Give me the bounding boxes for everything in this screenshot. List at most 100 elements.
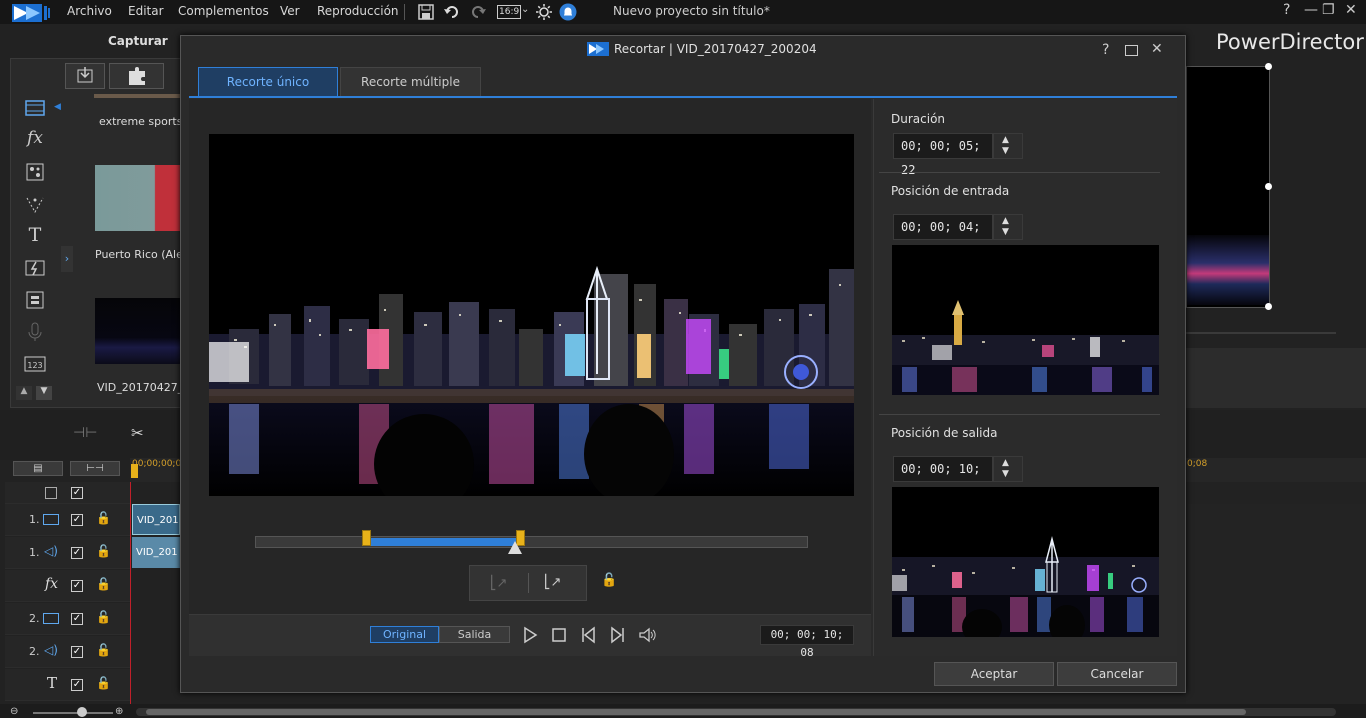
resize-handle[interactable] <box>1265 303 1272 310</box>
audio-clip[interactable]: VID_201 <box>132 537 180 568</box>
trim-track[interactable] <box>255 536 808 548</box>
playhead-marker[interactable] <box>131 464 138 478</box>
increment-icon[interactable]: ▲ <box>1002 216 1009 226</box>
microphone-icon[interactable] <box>22 320 48 344</box>
decrement-icon[interactable]: ▼ <box>1002 469 1009 479</box>
out-position-stepper[interactable]: ▲ ▼ <box>993 456 1023 482</box>
enable-all-checkbox[interactable]: ✓ <box>71 487 83 499</box>
expand-panel-button[interactable]: › <box>61 246 73 272</box>
set-in-position-icon[interactable]: ⎣↗ <box>490 576 507 591</box>
media-label: VID_20170427_2 <box>97 381 191 394</box>
scroll-up-button[interactable]: ▲ <box>16 386 32 400</box>
track-enable-checkbox[interactable]: ✓ <box>71 646 83 658</box>
chapter-room-icon[interactable] <box>22 288 48 312</box>
track-enable-checkbox[interactable]: ✓ <box>71 613 83 625</box>
increment-icon[interactable]: ▲ <box>1002 135 1009 145</box>
zoom-slider-thumb[interactable] <box>77 707 87 717</box>
decrement-icon[interactable]: ▼ <box>1002 227 1009 237</box>
resize-handle[interactable] <box>1265 183 1272 190</box>
media-thumbnail[interactable] <box>95 165 180 231</box>
particle-room-icon[interactable] <box>22 192 48 216</box>
zoom-out-icon[interactable]: ⊖ <box>10 706 18 717</box>
increment-icon[interactable]: ▲ <box>1002 458 1009 468</box>
scrollbar-thumb[interactable] <box>146 709 1246 715</box>
menu-complementos[interactable]: Complementos <box>178 4 269 18</box>
media-thumbnail[interactable] <box>95 298 180 364</box>
fit-timeline-button[interactable]: ⊢⊣ <box>70 461 120 476</box>
capture-tab[interactable]: Capturar <box>108 34 168 48</box>
notification-bell-icon[interactable] <box>559 3 577 21</box>
scroll-down-button[interactable]: ▼ <box>36 386 52 400</box>
fx-track-icon: fx <box>45 576 59 592</box>
scissors-icon[interactable]: ✂ <box>131 424 144 442</box>
duration-field[interactable]: 00; 00; 05; 22 <box>893 133 993 177</box>
close-icon[interactable]: ✕ <box>1345 2 1357 18</box>
cancel-button[interactable]: Cancelar <box>1057 662 1177 686</box>
play-icon[interactable] <box>521 626 539 644</box>
import-media-button[interactable] <box>65 63 105 89</box>
out-position-field[interactable]: 00; 00; 10; 08 <box>893 456 993 500</box>
redo-icon[interactable] <box>469 3 487 21</box>
tab-single-trim[interactable]: Recorte único <box>198 67 338 97</box>
trim-in-marker[interactable] <box>361 530 371 546</box>
help-icon[interactable]: ? <box>1102 42 1109 58</box>
decrement-icon[interactable]: ▼ <box>1002 146 1009 156</box>
volume-icon[interactable] <box>638 626 656 644</box>
timeline-playhead[interactable] <box>130 482 131 704</box>
duration-stepper[interactable]: ▲ ▼ <box>993 133 1023 159</box>
playhead-triangle[interactable] <box>507 541 522 554</box>
resize-handle[interactable] <box>1265 63 1272 70</box>
audio-track-icon: ◁) <box>44 643 58 657</box>
menu-editar[interactable]: Editar <box>128 4 164 18</box>
menu-ver[interactable]: Ver <box>280 4 300 18</box>
menu-archivo[interactable]: Archivo <box>67 4 112 18</box>
stop-icon[interactable] <box>550 626 568 644</box>
media-room-icon[interactable] <box>22 96 48 120</box>
plugin-button[interactable] <box>109 63 164 89</box>
track-enable-checkbox[interactable]: ✓ <box>71 514 83 526</box>
lock-icon[interactable]: 🔓 <box>96 643 111 657</box>
close-icon[interactable]: ✕ <box>1151 41 1163 57</box>
track-manager-button[interactable]: ▤ <box>13 461 63 476</box>
transition-room-icon[interactable] <box>22 256 48 280</box>
save-icon[interactable] <box>417 3 435 21</box>
brightness-icon[interactable] <box>535 3 553 21</box>
split-icon[interactable]: ⊣⊢ <box>73 425 97 441</box>
restore-icon[interactable]: ❐ <box>1322 2 1335 18</box>
aspect-ratio-selector[interactable]: 16:9 <box>497 5 522 19</box>
select-all-checkbox[interactable] <box>45 487 57 499</box>
set-out-position-icon[interactable]: ⎣↗ <box>544 575 561 590</box>
track-enable-checkbox[interactable]: ✓ <box>71 679 83 691</box>
in-position-field[interactable]: 00; 00; 04; 16 <box>893 214 993 258</box>
zoom-slider[interactable] <box>33 712 113 714</box>
maximize-icon[interactable] <box>1125 45 1138 56</box>
original-view-button[interactable]: Original <box>370 626 439 643</box>
accept-button[interactable]: Aceptar <box>934 662 1054 686</box>
menu-reproduccion[interactable]: Reproducción <box>317 4 399 18</box>
lock-icon[interactable]: 🔓 <box>96 577 111 591</box>
title-room-icon[interactable]: T <box>22 224 48 248</box>
undo-icon[interactable] <box>443 3 461 21</box>
in-position-stepper[interactable]: ▲ ▼ <box>993 214 1023 240</box>
zoom-in-icon[interactable]: ⊕ <box>115 706 123 717</box>
lock-icon[interactable]: 🔓 <box>96 676 111 690</box>
lock-icon[interactable]: 🔓 <box>96 511 111 525</box>
previous-frame-icon[interactable] <box>579 626 597 644</box>
tab-multi-trim[interactable]: Recorte múltiple <box>340 67 481 97</box>
track-enable-checkbox[interactable]: ✓ <box>71 580 83 592</box>
subtitle-room-icon[interactable]: 123 <box>22 352 48 376</box>
next-frame-icon[interactable] <box>609 626 627 644</box>
lock-icon[interactable]: 🔓 <box>601 573 617 588</box>
track-enable-checkbox[interactable]: ✓ <box>71 547 83 559</box>
minimize-icon[interactable]: — <box>1304 2 1318 18</box>
lock-icon[interactable]: 🔓 <box>96 610 111 624</box>
timeline-scrollbar[interactable] <box>136 708 1336 716</box>
output-view-button[interactable]: Salida <box>439 626 510 643</box>
media-thumbnail[interactable] <box>94 94 180 98</box>
help-icon[interactable]: ? <box>1283 2 1290 18</box>
video-clip[interactable]: VID_201 <box>132 504 180 535</box>
lock-icon[interactable]: 🔓 <box>96 544 111 558</box>
pip-room-icon[interactable] <box>22 160 48 184</box>
chevron-down-icon[interactable]: ⌄ <box>521 4 529 15</box>
fx-room-icon[interactable]: fx <box>22 128 48 152</box>
